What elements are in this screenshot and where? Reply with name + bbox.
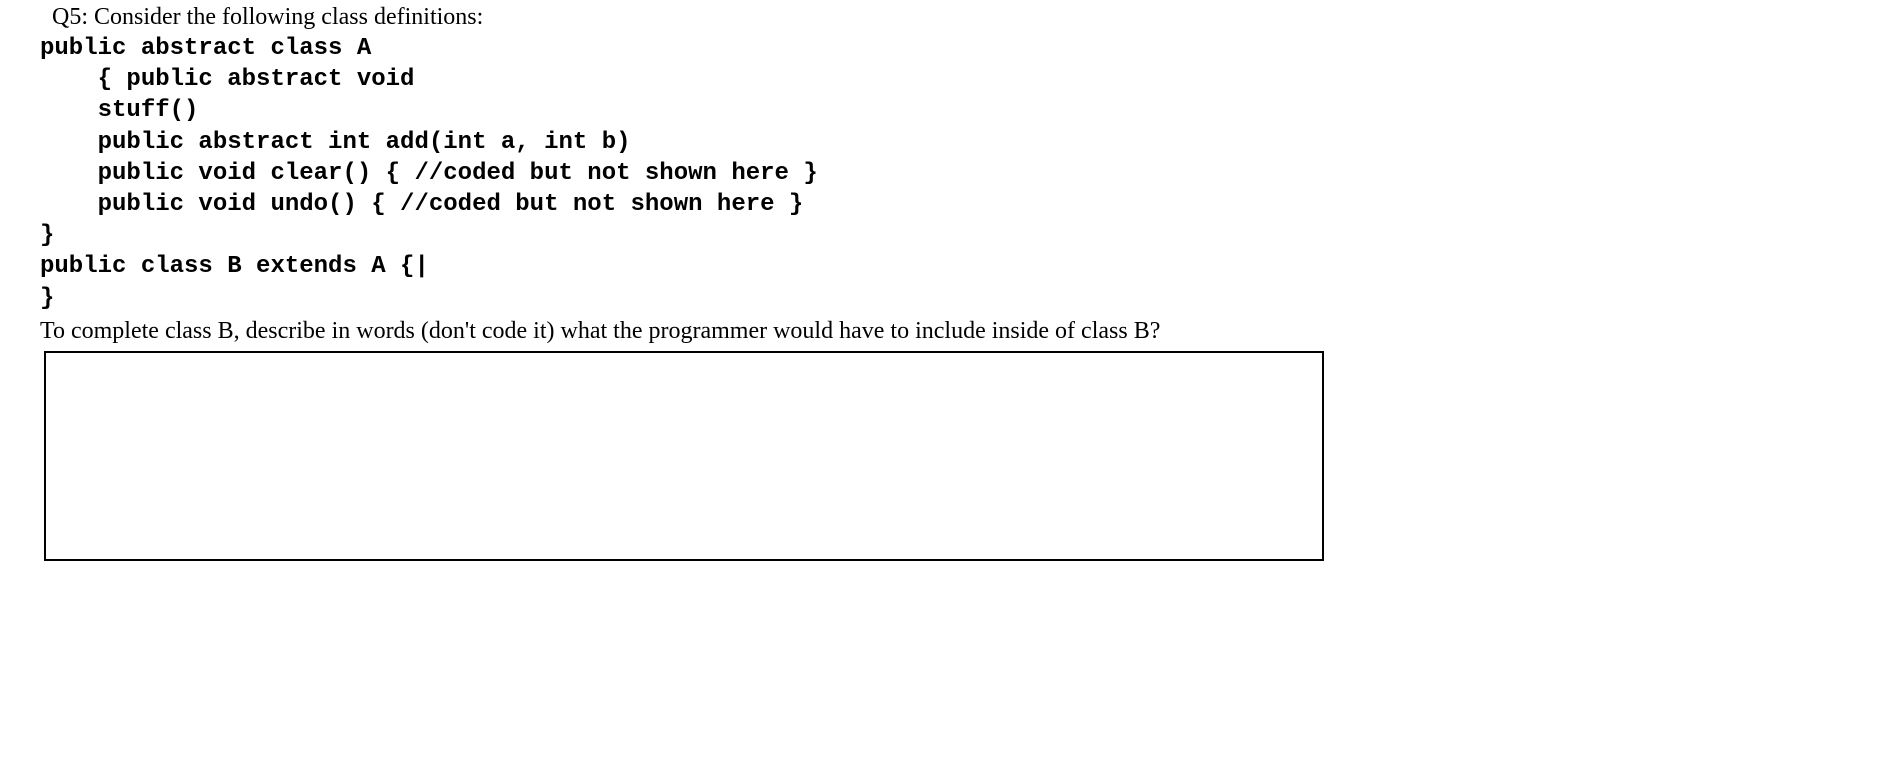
answer-box[interactable] bbox=[44, 351, 1324, 561]
question-intro: Q5: Consider the following class definit… bbox=[52, 4, 1839, 31]
code-block: public abstract class A { public abstrac… bbox=[40, 33, 1839, 314]
question-prompt: To complete class B, describe in words (… bbox=[40, 318, 1839, 345]
